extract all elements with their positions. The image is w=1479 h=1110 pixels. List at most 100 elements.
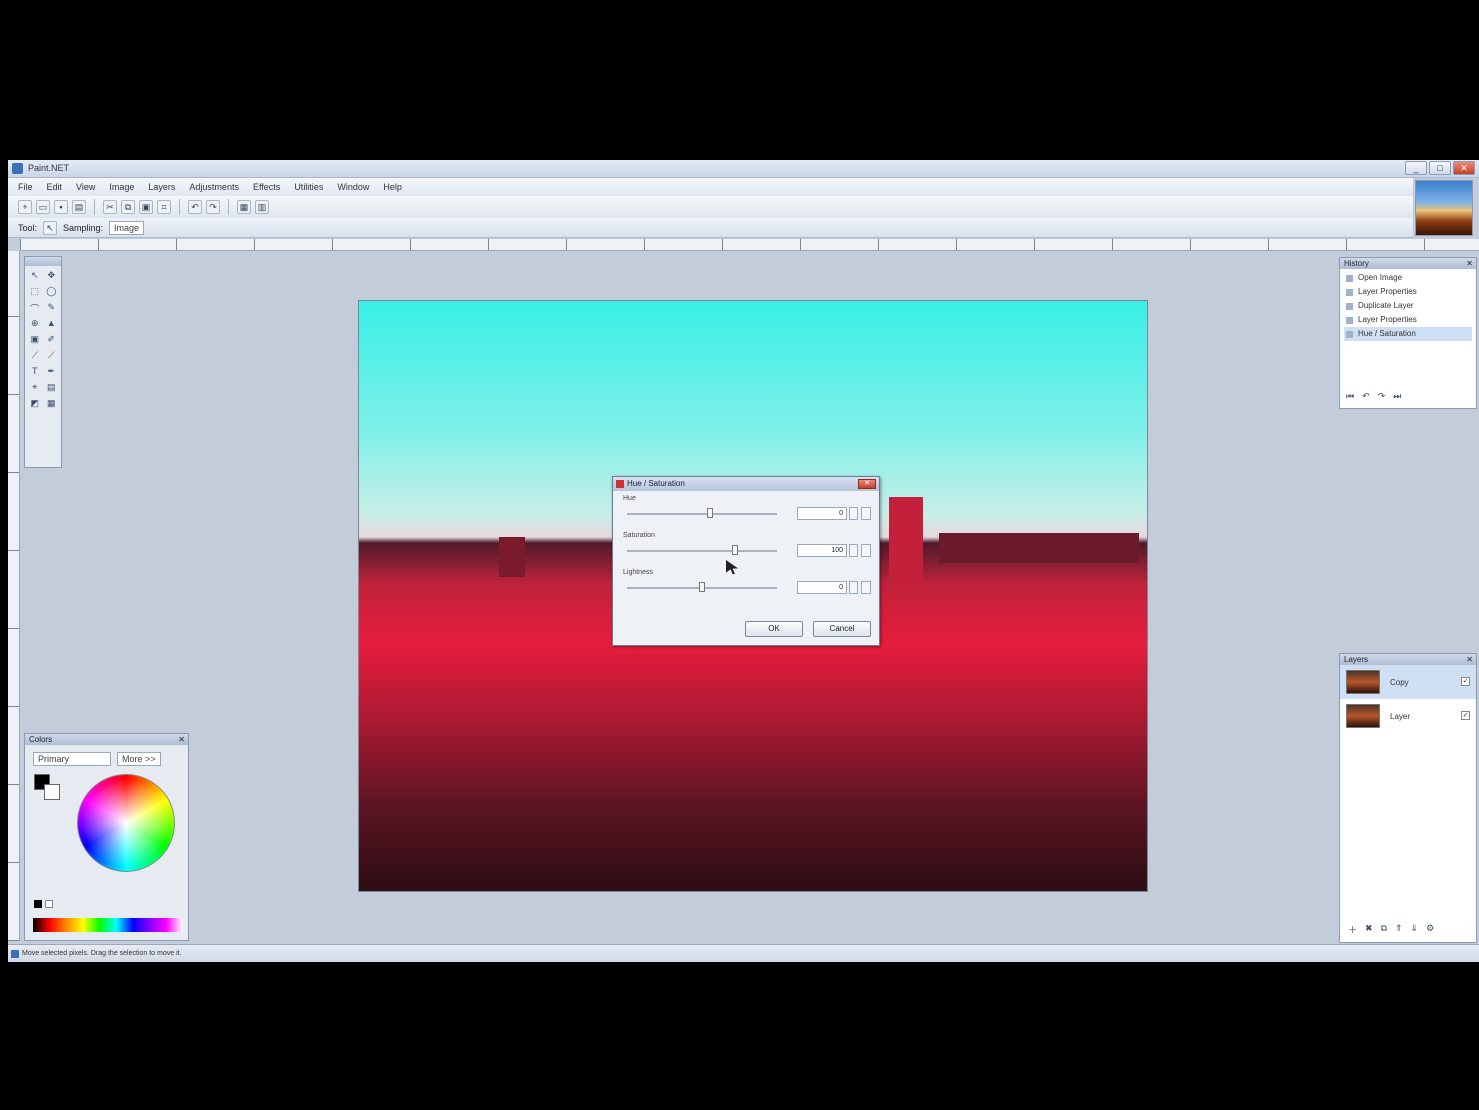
history-item[interactable]: Hue / Saturation: [1344, 327, 1472, 341]
color-palette[interactable]: [33, 918, 183, 932]
colors-title: Colors: [29, 735, 53, 744]
history-undo-icon[interactable]: ↶: [1362, 391, 1370, 402]
menu-image[interactable]: Image: [109, 182, 134, 192]
close-icon[interactable]: ✕: [1466, 654, 1473, 665]
crop-icon[interactable]: ⌗: [157, 200, 171, 214]
history-forward-icon[interactable]: ⏭: [1393, 391, 1401, 402]
menu-layers[interactable]: Layers: [148, 182, 175, 192]
menu-file[interactable]: File: [18, 182, 33, 192]
tool-icon[interactable]: ⌖: [28, 382, 42, 395]
tool-icon[interactable]: ⬚: [28, 286, 42, 299]
history-item[interactable]: Layer Properties: [1344, 313, 1472, 327]
tool-icon[interactable]: ⊕: [28, 318, 42, 331]
close-icon[interactable]: ✕: [178, 734, 185, 745]
dialog-close-button[interactable]: ✕: [858, 479, 876, 489]
tool-icon[interactable]: ✒: [45, 366, 59, 379]
tool-icon[interactable]: ✎: [45, 302, 59, 315]
butte-shape: [889, 497, 923, 587]
print-icon[interactable]: ▤: [72, 200, 86, 214]
history-item[interactable]: Duplicate Layer: [1344, 299, 1472, 313]
layer-row[interactable]: Layer ✓: [1340, 699, 1476, 733]
close-button[interactable]: ✕: [1453, 161, 1475, 175]
layer-row[interactable]: Copy ✓: [1340, 665, 1476, 699]
layer-visibility-checkbox[interactable]: ✓: [1461, 711, 1470, 720]
saturation-spinner[interactable]: [849, 544, 858, 557]
cut-icon[interactable]: ✂: [103, 200, 117, 214]
lightness-spinner[interactable]: [849, 581, 858, 594]
history-item[interactable]: Open Image: [1344, 271, 1472, 285]
tool-icon[interactable]: T: [28, 366, 42, 379]
color-swatch[interactable]: [34, 900, 42, 908]
redo-icon[interactable]: ↷: [206, 200, 220, 214]
menu-effects[interactable]: Effects: [253, 182, 280, 192]
cancel-button[interactable]: Cancel: [813, 621, 871, 637]
maximize-button[interactable]: □: [1429, 161, 1451, 175]
tool-icon[interactable]: ✥: [45, 270, 59, 283]
copy-icon[interactable]: ⧉: [121, 200, 135, 214]
tool-icon[interactable]: ▤: [45, 382, 59, 395]
secondary-color-swatch[interactable]: [44, 784, 60, 800]
hue-reset-button[interactable]: [861, 507, 871, 520]
history-item[interactable]: Layer Properties: [1344, 285, 1472, 299]
colors-titlebar: Colors ✕: [25, 734, 188, 745]
minimize-button[interactable]: _: [1405, 161, 1427, 175]
tool-icon[interactable]: ◯: [45, 286, 59, 299]
add-layer-icon[interactable]: ＋: [1348, 923, 1357, 936]
open-icon[interactable]: ▭: [36, 200, 50, 214]
menu-help[interactable]: Help: [383, 182, 402, 192]
tool-options-bar: Tool: ↖ Sampling: Image: [8, 218, 1413, 238]
hue-slider-track[interactable]: [627, 513, 777, 515]
delete-layer-icon[interactable]: ✖: [1365, 923, 1373, 936]
saturation-slider-track[interactable]: [627, 550, 777, 552]
saturation-value-input[interactable]: 100: [797, 544, 847, 557]
color-wheel[interactable]: [77, 774, 175, 872]
tool-icon[interactable]: ⟋: [28, 350, 42, 363]
menu-window[interactable]: Window: [337, 182, 369, 192]
paste-icon[interactable]: ▣: [139, 200, 153, 214]
tool-icon[interactable]: ▦: [45, 398, 59, 411]
tool-icon[interactable]: ▣: [28, 334, 42, 347]
tool-icon[interactable]: ⌒: [28, 302, 42, 315]
saturation-reset-button[interactable]: [861, 544, 871, 557]
window-title: Paint.NET: [28, 163, 70, 173]
sampling-select[interactable]: Image: [109, 220, 145, 235]
layer-properties-icon[interactable]: ⚙: [1426, 923, 1434, 936]
tool-icon[interactable]: ↖: [28, 270, 42, 283]
menu-adjustments[interactable]: Adjustments: [189, 182, 239, 192]
layers-title: Layers: [1344, 655, 1369, 664]
ok-button[interactable]: OK: [745, 621, 803, 637]
color-mode-select[interactable]: Primary: [33, 752, 111, 766]
move-layer-up-icon[interactable]: ⇑: [1395, 923, 1403, 936]
move-layer-down-icon[interactable]: ⇓: [1411, 923, 1419, 936]
mesa-shape: [939, 533, 1139, 563]
tool-picker-icon[interactable]: ↖: [43, 220, 58, 235]
undo-icon[interactable]: ↶: [188, 200, 202, 214]
color-swatch[interactable]: [45, 900, 53, 908]
grid-icon[interactable]: ▦: [237, 200, 251, 214]
hue-spinner[interactable]: [849, 507, 858, 520]
more-colors-button[interactable]: More >>: [117, 752, 161, 766]
save-icon[interactable]: ▪: [54, 200, 68, 214]
tool-icon[interactable]: ▲: [45, 318, 59, 331]
saturation-slider-knob[interactable]: [732, 545, 738, 555]
duplicate-layer-icon[interactable]: ⧉: [1381, 923, 1387, 936]
menu-view[interactable]: View: [76, 182, 95, 192]
history-rewind-icon[interactable]: ⏮: [1346, 391, 1354, 402]
image-thumbnail[interactable]: [1415, 180, 1473, 236]
dialog-titlebar: Hue / Saturation ✕: [613, 477, 879, 491]
lightness-reset-button[interactable]: [861, 581, 871, 594]
close-icon[interactable]: ✕: [1466, 258, 1473, 269]
tool-icon[interactable]: ⟋: [45, 350, 59, 363]
lightness-slider-knob[interactable]: [699, 582, 705, 592]
tool-icon[interactable]: ◩: [28, 398, 42, 411]
hue-value-input[interactable]: 0: [797, 507, 847, 520]
tool-icon[interactable]: ✐: [45, 334, 59, 347]
history-redo-icon[interactable]: ↷: [1378, 391, 1386, 402]
layer-visibility-checkbox[interactable]: ✓: [1461, 677, 1470, 686]
lightness-value-input[interactable]: 0: [797, 581, 847, 594]
new-icon[interactable]: +: [18, 200, 32, 214]
ruler-icon[interactable]: ▥: [255, 200, 269, 214]
hue-slider-knob[interactable]: [706, 508, 713, 518]
menu-utilities[interactable]: Utilities: [294, 182, 323, 192]
menu-edit[interactable]: Edit: [47, 182, 63, 192]
